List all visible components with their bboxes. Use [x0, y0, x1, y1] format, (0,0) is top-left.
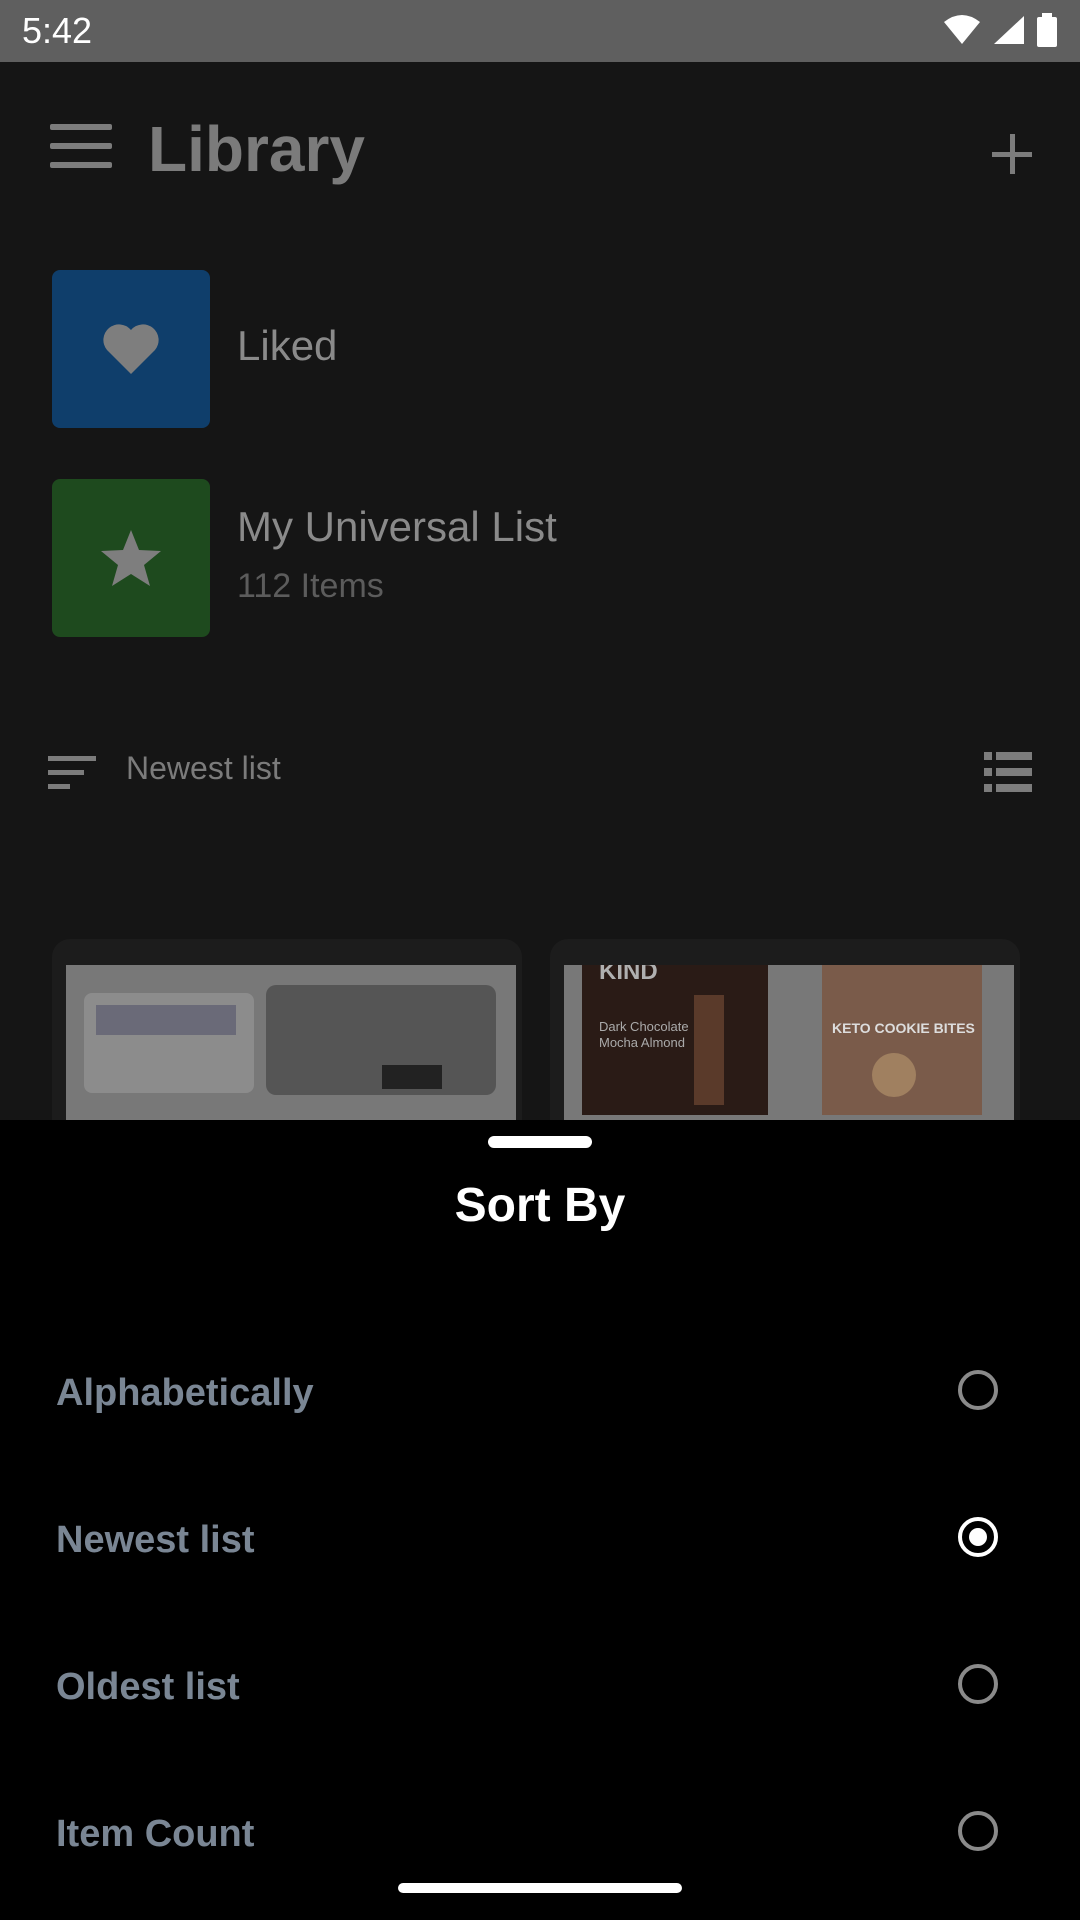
svg-text:Dark Chocolate: Dark Chocolate: [599, 1019, 689, 1034]
sheet-drag-handle[interactable]: [488, 1136, 592, 1148]
star-icon: [101, 530, 161, 586]
radio-unselected[interactable]: [958, 1664, 998, 1704]
radio-selected[interactable]: [958, 1517, 998, 1557]
sort-option-label: Alphabetically: [56, 1372, 314, 1414]
sort-option-oldest[interactable]: Oldest list: [0, 1628, 1080, 1748]
library-item-name: My Universal List: [237, 503, 557, 550]
card-product-text: KETO COOKIE BITES: [832, 1020, 975, 1036]
status-bar: 5:42: [0, 0, 1080, 62]
library-item-name: Liked: [237, 322, 338, 369]
library-item-liked[interactable]: Liked: [52, 270, 1042, 428]
card-brand-text: KIND: [599, 965, 658, 985]
sort-option-newest[interactable]: Newest list: [0, 1481, 1080, 1601]
add-icon[interactable]: [992, 134, 1032, 174]
sort-option-alphabetically[interactable]: Alphabetically: [0, 1334, 1080, 1454]
heart-icon: [103, 324, 159, 374]
sort-bottom-sheet: Sort By Alphabetically Newest list Oldes…: [0, 1120, 1080, 1920]
signal-icon: [994, 16, 1024, 44]
sort-option-label: Newest list: [56, 1519, 255, 1561]
status-icons: [942, 10, 1058, 50]
sort-bar[interactable]: Newest list: [48, 742, 1032, 802]
sort-option-item-count[interactable]: Item Count: [0, 1775, 1080, 1895]
library-item-count: 112 Items: [237, 567, 384, 605]
battery-icon: [1037, 13, 1057, 47]
menu-icon[interactable]: [50, 124, 112, 170]
liked-thumbnail: [52, 270, 210, 428]
sort-option-label: Oldest list: [56, 1666, 240, 1708]
radio-unselected[interactable]: [958, 1370, 998, 1410]
radio-unselected[interactable]: [958, 1811, 998, 1851]
svg-text:Mocha Almond: Mocha Almond: [599, 1035, 685, 1050]
home-indicator[interactable]: [398, 1883, 682, 1893]
sort-label: Newest list: [126, 750, 281, 786]
wifi-icon: [944, 15, 980, 44]
sort-icon: [48, 756, 98, 790]
library-item-universal-list[interactable]: My Universal List 112 Items: [52, 479, 1042, 637]
page-title: Library: [148, 113, 365, 185]
universal-list-thumbnail: [52, 479, 210, 637]
sort-option-label: Item Count: [56, 1813, 255, 1855]
sheet-title: Sort By: [454, 1179, 626, 1232]
list-view-icon[interactable]: [984, 752, 1032, 792]
status-time: 5:42: [22, 10, 93, 51]
